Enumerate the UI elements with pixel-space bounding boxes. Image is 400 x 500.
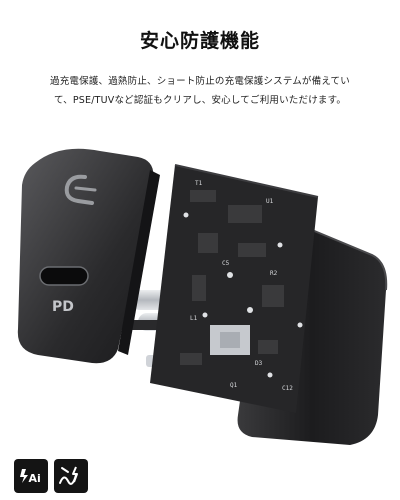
cover-pd-label: PD [52,299,74,315]
product-feature-panel: 安心防護機能 過充電保護、過熱防止、ショート防止の充電保護システムが備えてい て… [0,0,400,500]
usb-c-port [39,266,89,286]
pcb-board: T1 U1 C5 R2 L1 D3 Q1 C12 [150,164,319,413]
board-mark: R2 [270,270,278,277]
feature-logos: Ai [14,459,88,493]
board-mark: U1 [266,198,274,205]
power-wave-icon [59,466,78,485]
charger-exploded-illustration: T1 U1 C5 R2 L1 D3 Q1 C12 PD [17,148,388,445]
board-mark: C5 [222,260,230,267]
ai-logo-text: Ai [29,472,41,485]
power-logo-badge [54,459,88,493]
ai-bolt-icon: Ai [20,469,41,485]
board-mark: T1 [195,180,203,187]
board-mark: D3 [255,360,263,367]
description-line-2: て、PSE/TUVなど認証もクリアし、安心してご利用いただけます。 [53,95,347,106]
board-mark: L1 [190,315,198,322]
section-heading: 安心防護機能 [139,30,260,52]
board-mark: C12 [282,385,293,392]
ai-logo-badge: Ai [14,459,48,493]
description-line-1: 過充電保護、過熱防止、ショート防止の充電保護システムが備えてい [50,76,350,87]
board-mark: Q1 [230,382,238,389]
front-cover: PD [17,148,160,364]
